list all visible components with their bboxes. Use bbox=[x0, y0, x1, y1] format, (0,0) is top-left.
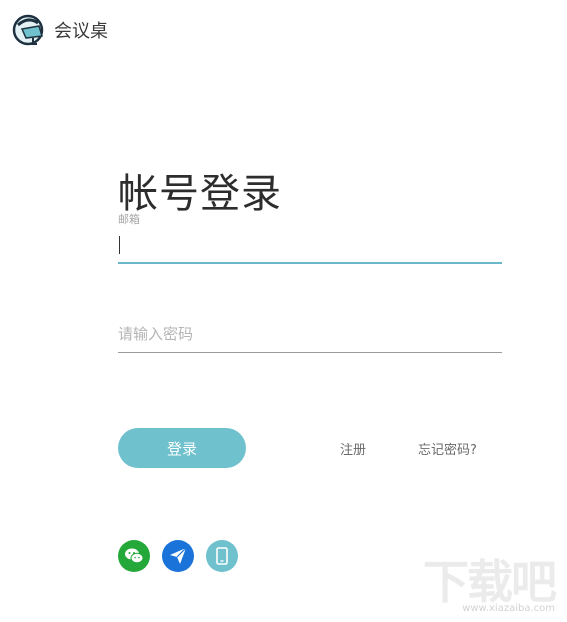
send-icon bbox=[170, 547, 187, 564]
forgot-password-link[interactable]: 忘记密码? bbox=[418, 439, 477, 458]
wechat-login-button[interactable] bbox=[118, 540, 150, 572]
app-brand: 会议桌 bbox=[12, 14, 108, 46]
wechat-icon bbox=[125, 548, 144, 564]
app-name: 会议桌 bbox=[54, 21, 108, 42]
password-field[interactable] bbox=[118, 316, 502, 353]
register-link[interactable]: 注册 bbox=[340, 439, 366, 458]
app-logo-icon bbox=[12, 14, 44, 46]
email-field[interactable] bbox=[118, 228, 502, 264]
mobile-login-button[interactable] bbox=[206, 540, 238, 572]
watermark: 下载吧 www.xiazaiba.com bbox=[423, 555, 557, 614]
text-caret bbox=[119, 236, 120, 254]
watermark-mark: 下载吧 bbox=[423, 555, 557, 609]
telegram-login-button[interactable] bbox=[162, 540, 194, 572]
email-label: 邮箱 bbox=[118, 213, 140, 226]
login-button[interactable]: 登录 bbox=[118, 428, 246, 468]
page-title: 帐号登录 bbox=[118, 170, 282, 217]
mobile-icon bbox=[216, 547, 228, 565]
watermark-url: www.xiazaiba.com bbox=[462, 603, 555, 614]
